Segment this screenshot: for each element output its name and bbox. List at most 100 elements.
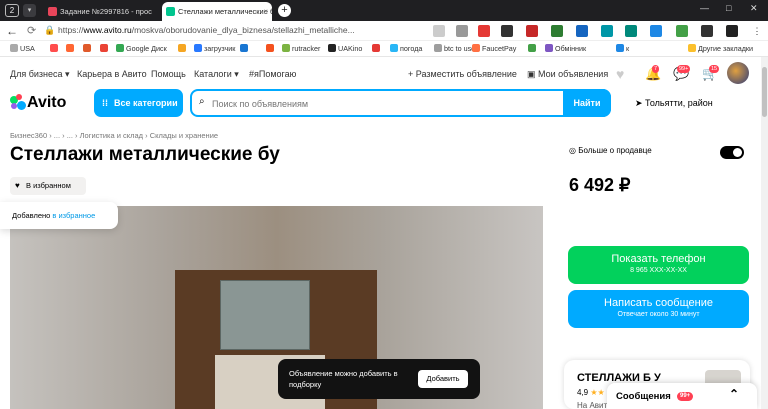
download-icon[interactable] <box>676 25 688 37</box>
extension-icon[interactable] <box>478 25 490 37</box>
messages-badge: 99+ <box>677 65 691 73</box>
page-scrollbar[interactable] <box>761 57 768 409</box>
bookmark-item[interactable]: загрузчик <box>194 44 235 53</box>
close-window-button[interactable]: ✕ <box>750 3 758 14</box>
write-message-button[interactable]: Написать сообщение Отвечает около 30 мин… <box>568 290 749 328</box>
bookmark-favicon-icon <box>100 44 108 52</box>
url-host: www.avito.ru <box>83 25 132 35</box>
categories-grid-icon: ⁞⁞ <box>102 98 108 108</box>
bookmark-label: USA <box>20 44 35 53</box>
bookmark-item[interactable] <box>83 44 93 53</box>
bookmark-favicon-icon <box>178 44 186 52</box>
search-button[interactable]: Найти <box>563 89 611 117</box>
bookmark-item[interactable]: btc to usd <box>434 44 475 53</box>
extension-icon[interactable] <box>551 25 563 37</box>
bookmark-item[interactable]: USA <box>10 44 35 53</box>
add-to-collection-button[interactable]: Добавить <box>418 370 468 388</box>
logo-text: Avito <box>27 94 67 111</box>
close-tab-icon[interactable]: × <box>263 2 268 21</box>
bookmark-item[interactable] <box>240 44 250 53</box>
bookmark-label: rutracker <box>292 44 321 53</box>
extension-icon[interactable] <box>650 25 662 37</box>
help-link[interactable]: Помощь <box>151 69 186 79</box>
lock-icon: 🔒 <box>44 25 56 35</box>
minimize-button[interactable]: — <box>700 3 709 13</box>
hashtag-link[interactable]: #яПомогаю <box>249 69 296 79</box>
bookmark-item[interactable] <box>528 44 538 53</box>
plus-icon: + <box>408 69 416 79</box>
new-tab-button[interactable]: + <box>278 4 291 17</box>
tab-avito[interactable]: Стеллажи металлические б × <box>162 2 272 21</box>
categories-label: Все категории <box>114 98 178 108</box>
tab-menu-icon[interactable]: ▾ <box>23 4 36 17</box>
search-input[interactable] <box>212 96 552 111</box>
bookmark-item[interactable] <box>100 44 110 53</box>
bookmark-item[interactable]: UAKino <box>328 44 362 53</box>
extension-icon[interactable] <box>701 25 713 37</box>
my-ads-link[interactable]: ▣ Мои объявления <box>527 69 608 80</box>
bookmark-item[interactable] <box>372 44 382 53</box>
bookmark-item[interactable]: к <box>616 44 629 53</box>
extension-icon[interactable] <box>625 25 637 37</box>
refresh-icon[interactable]: ⟳ <box>27 24 36 37</box>
bookmark-item[interactable]: Обмінник <box>545 44 586 53</box>
logo-dot-icon <box>16 94 22 100</box>
messages-count-badge: 99+ <box>677 392 694 401</box>
extension-icon[interactable] <box>526 25 538 37</box>
breadcrumb[interactable]: Бизнес360 › ... › ... › Логистика и скла… <box>10 131 218 140</box>
maximize-button[interactable]: □ <box>726 3 731 13</box>
extension-icon[interactable] <box>433 25 445 37</box>
bookmark-item[interactable]: погода <box>390 44 422 53</box>
extension-icon[interactable] <box>601 25 613 37</box>
bookmark-favicon-icon <box>372 44 380 52</box>
extension-icon[interactable] <box>456 25 468 37</box>
catalogs-link[interactable]: Каталоги ▾ <box>194 69 239 80</box>
favorite-button[interactable]: ♥ В избранном <box>10 177 86 195</box>
more-about-seller[interactable]: ◎ Больше о продавце <box>569 146 652 155</box>
chevron-up-icon[interactable]: ⌃ <box>729 387 739 401</box>
seller-rating-value: 4,9 <box>577 388 589 397</box>
more-about-seller-label: Больше о продавце <box>578 146 652 155</box>
bookmark-item[interactable]: FaucetPay <box>472 44 516 53</box>
extension-icon[interactable] <box>726 25 738 37</box>
career-link[interactable]: Карьера в Авито <box>77 69 147 79</box>
seller-toggle[interactable] <box>720 146 744 159</box>
favorites-link[interactable]: в избранное <box>52 211 95 220</box>
bookmark-item[interactable]: rutracker <box>282 44 320 53</box>
bookmark-label: Другие закладки <box>698 44 754 53</box>
avatar[interactable] <box>727 62 749 84</box>
menu-icon[interactable]: ⋮ <box>751 25 763 37</box>
all-categories-button[interactable]: ⁞⁞ Все категории <box>94 89 183 117</box>
tab-task[interactable]: Задание №2997816 - прос <box>44 2 158 21</box>
location-label: Тольятти, район <box>645 98 713 108</box>
bookmark-item[interactable]: Другие закладки <box>688 44 753 53</box>
favorites-heart-icon[interactable]: ♥ <box>616 66 632 82</box>
scrollbar-thumb[interactable] <box>762 67 767 117</box>
extension-icon[interactable] <box>501 25 513 37</box>
for-business-link[interactable]: Для бизнеса ▾ <box>10 69 70 80</box>
bookmark-item[interactable]: Google Диск <box>116 44 167 53</box>
browser-tab-bar: 2 ▾ Задание №2997816 - прос Стеллажи мет… <box>0 0 768 21</box>
bookmark-item[interactable] <box>66 44 76 53</box>
messages-panel[interactable]: Сообщения 99+ ⌃ <box>607 383 757 409</box>
bookmark-item[interactable] <box>178 44 188 53</box>
extension-icon[interactable] <box>576 25 588 37</box>
toggle-knob <box>733 148 742 157</box>
back-arrow-icon[interactable]: ← <box>6 24 20 38</box>
bookmark-favicon-icon <box>194 44 202 52</box>
tab-count-button[interactable]: 2 <box>5 4 19 17</box>
bookmark-item[interactable] <box>266 44 276 53</box>
write-message-label: Написать сообщение <box>604 297 713 309</box>
address-bar-row: ← ⟳ 🔒 https://www.avito.ru/moskva/oborud… <box>0 21 768 41</box>
bookmark-label: Google Диск <box>126 44 167 53</box>
bookmark-label: Обмінник <box>555 44 587 53</box>
heart-icon: ♥ <box>15 181 20 190</box>
post-ad-link[interactable]: + Разместить объявление <box>408 69 517 79</box>
bookmark-favicon-icon <box>328 44 336 52</box>
bookmark-item[interactable] <box>50 44 60 53</box>
show-phone-button[interactable]: Показать телефон 8 965 XXX-XX-XX <box>568 246 749 284</box>
url-field[interactable]: https://www.avito.ru/moskva/oborudovanie… <box>58 25 388 35</box>
location-selector[interactable]: ➤ Тольятти, район <box>635 98 713 109</box>
document-icon: ▣ <box>527 69 539 79</box>
location-arrow-icon: ➤ <box>635 98 646 108</box>
